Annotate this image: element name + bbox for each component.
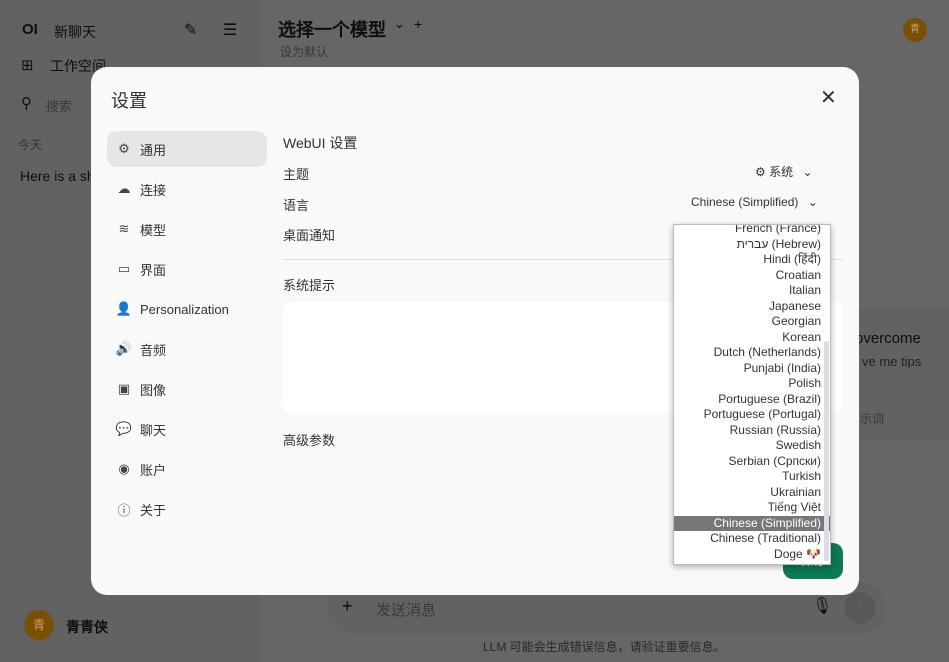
header-avatar[interactable]: 青 xyxy=(903,18,927,42)
language-option[interactable]: Serbian (Српски) xyxy=(674,454,830,470)
speaker-icon: 🔊 xyxy=(115,341,133,356)
language-option[interactable]: Croatian xyxy=(674,268,830,284)
nav-label: 界面 xyxy=(140,262,167,278)
nav-connections[interactable]: ☁ 连接 xyxy=(107,171,267,207)
account-icon: ◉ xyxy=(118,461,130,476)
nav-general[interactable]: ⚙ 通用 xyxy=(107,131,267,167)
advanced-params-label[interactable]: 高级参数 xyxy=(283,430,335,449)
nav-label: 聊天 xyxy=(140,422,167,438)
language-option[interactable]: Portuguese (Portugal) xyxy=(674,407,830,423)
language-option[interactable]: Polish xyxy=(674,376,830,392)
gear-icon: ⚙ xyxy=(118,141,130,156)
edit-icon[interactable]: ✎ xyxy=(184,20,197,40)
language-option[interactable]: Japanese xyxy=(674,299,830,315)
notification-label: 桌面通知 xyxy=(283,228,336,243)
language-option[interactable]: Tiếng Việt xyxy=(674,500,830,516)
prompt-hint: 示词 xyxy=(860,412,885,426)
nav-label: 连接 xyxy=(140,182,167,198)
language-option[interactable]: Korean xyxy=(674,330,830,346)
language-option[interactable]: Turkish xyxy=(674,469,830,485)
close-icon[interactable]: ✕ xyxy=(820,85,837,110)
language-option[interactable]: Russian (Russia) xyxy=(674,423,830,439)
language-option[interactable]: Italian xyxy=(674,283,830,299)
info-icon: ⓘ xyxy=(117,502,131,518)
language-option[interactable]: Chinese (Simplified) xyxy=(674,515,830,531)
avatar[interactable]: 青 xyxy=(24,610,54,640)
suggestion-subtitle: ve me tips xyxy=(862,354,922,369)
chevron-down-icon[interactable]: ⌄ xyxy=(394,16,405,32)
cloud-icon: ☁ xyxy=(117,181,131,196)
modal-title: 设置 xyxy=(111,91,147,111)
chevron-down-icon: ⌄ xyxy=(807,195,818,209)
plus-icon[interactable]: + xyxy=(342,596,353,617)
language-option[interactable]: Swedish xyxy=(674,438,830,454)
language-option[interactable]: Georgian xyxy=(674,314,830,330)
nav-label: Personalization xyxy=(140,301,229,317)
nav-about[interactable]: ⓘ 关于 xyxy=(107,491,267,527)
user-icon: 👤 xyxy=(115,301,133,316)
language-value: Chinese (Simplified) xyxy=(691,195,799,209)
search-icon: ⚲ xyxy=(21,95,32,112)
language-option[interactable]: Portuguese (Brazil) xyxy=(674,392,830,408)
microphone-icon[interactable]: 🎙 xyxy=(812,596,832,616)
language-option[interactable]: Ukrainian xyxy=(674,485,830,501)
nav-label: 通用 xyxy=(140,142,167,158)
language-dropdown-list[interactable]: French (France) עברית (Hebrew) Hindi (हिंद… xyxy=(673,224,831,565)
language-option[interactable]: עברית (Hebrew) xyxy=(674,237,830,253)
database-icon: ≋ xyxy=(118,221,130,236)
language-option[interactable]: Hindi (हिंदी) xyxy=(674,252,830,268)
nav-label: 关于 xyxy=(140,502,167,518)
nav-models[interactable]: ≋ 模型 xyxy=(107,211,267,247)
language-option[interactable]: Punjabi (India) xyxy=(674,361,830,377)
section-today: 今天 xyxy=(18,138,43,152)
image-icon: ▣ xyxy=(117,381,131,396)
add-model-icon[interactable]: + xyxy=(414,16,422,32)
theme-select[interactable]: ⚙ 系统 ⌄ xyxy=(755,163,813,180)
nav-account[interactable]: ◉ 账户 xyxy=(107,451,267,487)
logo: OI xyxy=(22,21,38,38)
sun-icon: ⚙ xyxy=(755,165,766,179)
nav-images[interactable]: ▣ 图像 xyxy=(107,371,267,407)
nav-interface[interactable]: ▭ 界面 xyxy=(107,251,267,287)
language-option[interactable]: Doge 🐶 xyxy=(674,547,830,563)
workspace-icon: ⊞ xyxy=(21,57,34,74)
message-input[interactable]: 发送消息 xyxy=(376,599,436,620)
monitor-icon: ▭ xyxy=(117,261,131,276)
nav-chats[interactable]: 💬 聊天 xyxy=(107,411,267,447)
nav-label: 音频 xyxy=(140,342,167,358)
nav-audio[interactable]: 🔊 音频 xyxy=(107,331,267,367)
nav-personalization[interactable]: 👤 Personalization xyxy=(107,291,267,327)
section-title: WebUI 设置 xyxy=(283,135,358,151)
scrollbar[interactable] xyxy=(824,341,829,561)
theme-value: 系统 xyxy=(769,165,794,179)
language-select[interactable]: Chinese (Simplified) ⌄ xyxy=(691,195,818,209)
language-option[interactable]: Dutch (Netherlands) xyxy=(674,345,830,361)
search-input[interactable]: 搜索 xyxy=(46,96,72,115)
theme-label: 主题 xyxy=(283,167,310,182)
disclaimer: LLM 可能会生成错误信息，请验证重要信息。 xyxy=(483,640,726,654)
send-button[interactable]: ↑ xyxy=(844,592,876,624)
menu-icon[interactable]: ☰ xyxy=(223,20,237,40)
suggestion-title: overcome xyxy=(855,330,921,347)
nav-label: 账户 xyxy=(140,462,167,478)
model-select[interactable]: 选择一个模型 xyxy=(278,16,386,42)
set-default-link[interactable]: 设为默认 xyxy=(280,43,328,60)
nav-label: 模型 xyxy=(140,222,167,238)
new-chat-button[interactable]: 新聊天 xyxy=(54,22,96,42)
language-option[interactable]: Chinese (Traditional) xyxy=(674,531,830,547)
chat-bubble-icon: 💬 xyxy=(115,421,133,436)
user-name[interactable]: 青青侠 xyxy=(66,617,108,637)
system-prompt-label: 系统提示 xyxy=(283,278,336,293)
nav-label: 图像 xyxy=(140,382,167,398)
chevron-down-icon: ⌄ xyxy=(802,165,813,179)
language-label: 语言 xyxy=(283,198,310,213)
language-option[interactable]: French (France) xyxy=(674,225,830,237)
